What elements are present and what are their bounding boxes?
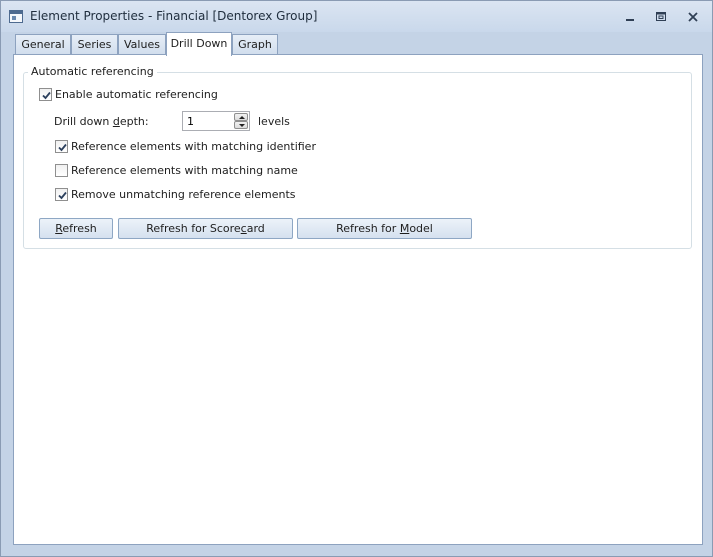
refresh-button[interactable]: Refresh [39,218,113,239]
close-button[interactable] [680,8,706,26]
enable-referencing-checkbox[interactable]: Enable automatic referencing [39,88,218,101]
tab-panel: Automatic referencing Enable automatic r… [13,54,703,545]
arrow-up-icon [239,116,245,119]
match-identifier-checkbox[interactable]: Reference elements with matching identif… [55,140,316,153]
tab-series[interactable]: Series [71,34,118,56]
levels-label: levels [258,115,290,128]
match-name-checkbox[interactable]: Reference elements with matching name [55,164,298,177]
checkbox-box [39,88,52,101]
button-text: Refresh for [336,222,400,235]
spin-up-button[interactable] [234,113,248,121]
checkmark-icon [58,143,67,152]
refresh-scorecard-button[interactable]: Refresh for Scorecard [118,218,293,239]
window: Element Properties - Financial [Dentorex… [0,0,713,557]
label-part: Drill down [54,115,113,128]
button-text: efresh [62,222,97,235]
checkbox-box [55,188,68,201]
app-icon[interactable] [9,10,23,23]
maximize-icon [656,12,666,21]
title-bar[interactable]: Element Properties - Financial [Dentorex… [1,1,712,32]
checkbox-box [55,164,68,177]
drill-down-depth-input[interactable] [183,112,231,130]
enable-referencing-label: Enable automatic referencing [55,88,218,101]
tab-drill-down[interactable]: Drill Down [166,32,232,56]
checkbox-box [55,140,68,153]
spin-down-button[interactable] [234,121,248,129]
tab-general[interactable]: General [15,34,71,56]
checkmark-icon [58,191,67,200]
arrow-down-icon [239,124,245,127]
minimize-icon [626,19,634,21]
tab-graph[interactable]: Graph [232,34,278,56]
checkmark-icon [42,91,51,100]
close-icon [688,12,698,22]
refresh-model-button[interactable]: Refresh for Model [297,218,472,239]
drill-down-depth-label: Drill down depth: [54,115,149,128]
minimize-button[interactable] [617,8,643,26]
label-mnemonic: d [112,115,120,128]
button-text: odel [409,222,433,235]
tab-values[interactable]: Values [118,34,166,56]
maximize-button[interactable] [648,8,674,26]
label-part: epth: [119,115,149,128]
remove-unmatching-checkbox[interactable]: Remove unmatching reference elements [55,188,296,201]
window-title: Element Properties - Financial [Dentorex… [30,9,318,23]
drill-down-depth-spinner[interactable] [182,111,250,131]
match-identifier-label: Reference elements with matching identif… [71,140,316,153]
button-text: Refresh for Score [146,222,241,235]
button-mnemonic: M [399,222,410,235]
button-text: ard [246,222,265,235]
group-title: Automatic referencing [28,65,157,78]
automatic-referencing-group: Automatic referencing Enable automatic r… [23,65,692,249]
remove-unmatching-label: Remove unmatching reference elements [71,188,296,201]
match-name-label: Reference elements with matching name [71,164,298,177]
tab-strip: General Series Values Drill Down Graph [13,32,703,56]
